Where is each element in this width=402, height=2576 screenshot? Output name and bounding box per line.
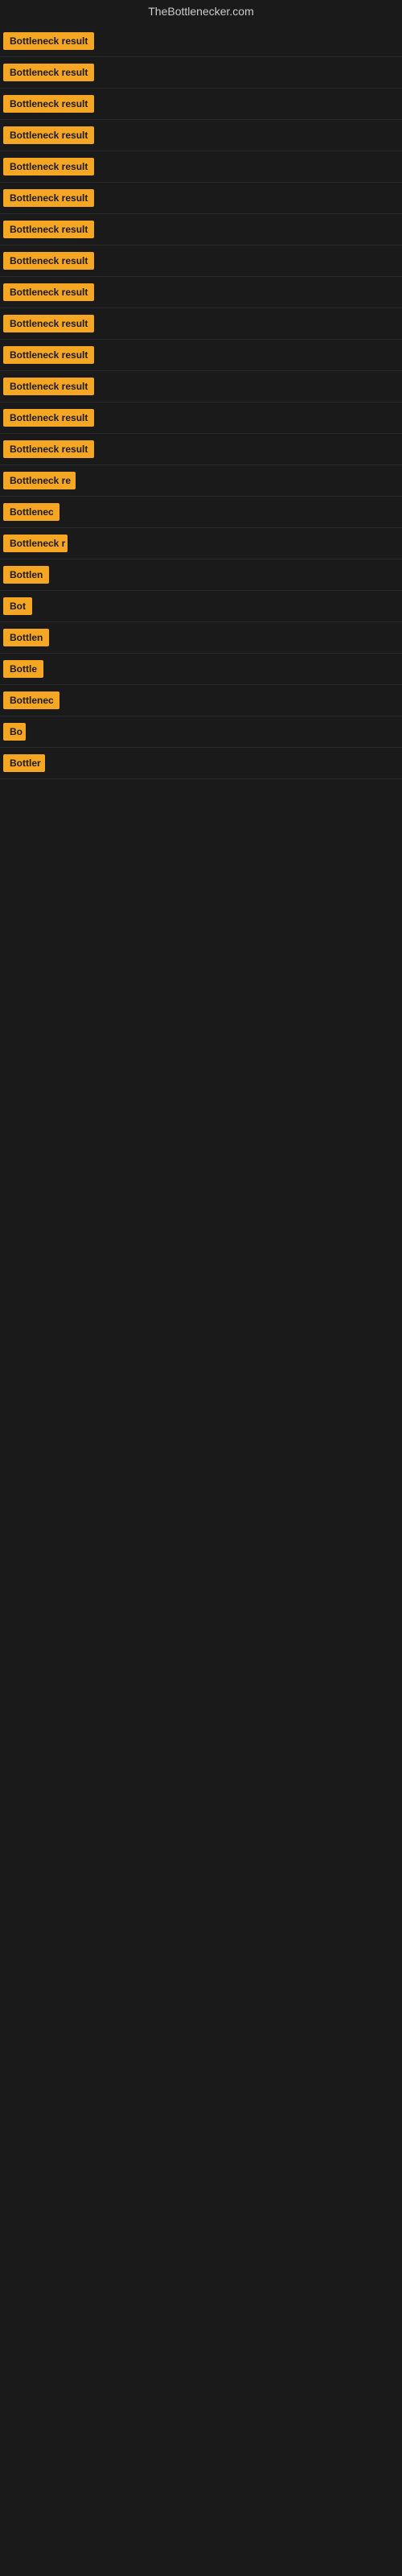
list-item[interactable]: Bottleneck result	[0, 120, 402, 151]
bottleneck-badge[interactable]: Bottler	[3, 754, 45, 772]
list-item[interactable]: Bottleneck r	[0, 528, 402, 559]
list-item[interactable]: Bottlen	[0, 559, 402, 591]
list-item[interactable]: Bottleneck result	[0, 151, 402, 183]
bottleneck-badge[interactable]: Bottleneck result	[3, 95, 94, 113]
list-item[interactable]: Bottleneck result	[0, 434, 402, 465]
list-item[interactable]: Bottleneck re	[0, 465, 402, 497]
bottleneck-badge[interactable]: Bottleneck result	[3, 64, 94, 81]
list-item[interactable]: Bottle	[0, 654, 402, 685]
list-item[interactable]: Bottleneck result	[0, 183, 402, 214]
list-item[interactable]: Bottleneck result	[0, 26, 402, 57]
bottleneck-badge[interactable]: Bottleneck result	[3, 189, 94, 207]
list-item[interactable]: Bo	[0, 716, 402, 748]
list-item[interactable]: Bottleneck result	[0, 308, 402, 340]
bottleneck-badge[interactable]: Bottleneck result	[3, 283, 94, 301]
bottleneck-badge[interactable]: Bottleneck result	[3, 440, 94, 458]
bottleneck-badge[interactable]: Bottleneck result	[3, 252, 94, 270]
bottleneck-badge[interactable]: Bottleneck result	[3, 158, 94, 175]
list-item[interactable]: Bot	[0, 591, 402, 622]
bottleneck-badge[interactable]: Bottlenec	[3, 503, 59, 521]
list-item[interactable]: Bottleneck result	[0, 340, 402, 371]
bottleneck-badge[interactable]: Bottlenec	[3, 691, 59, 709]
list-item[interactable]: Bottleneck result	[0, 214, 402, 246]
site-title-text: TheBottlenecker.com	[148, 5, 254, 18]
bottleneck-list: Bottleneck result Bottleneck result Bottle…	[0, 23, 402, 779]
bottleneck-badge[interactable]: Bottleneck result	[3, 315, 94, 332]
list-item[interactable]: Bottleneck result	[0, 277, 402, 308]
list-item[interactable]: Bottlen	[0, 622, 402, 654]
bottleneck-badge[interactable]: Bottle	[3, 660, 43, 678]
bottleneck-badge[interactable]: Bottleneck r	[3, 535, 68, 552]
site-title: TheBottlenecker.com	[0, 0, 402, 23]
bottleneck-badge[interactable]: Bot	[3, 597, 32, 615]
bottleneck-badge[interactable]: Bottlen	[3, 566, 49, 584]
list-item[interactable]: Bottleneck result	[0, 402, 402, 434]
bottleneck-badge[interactable]: Bo	[3, 723, 26, 741]
bottleneck-badge[interactable]: Bottleneck result	[3, 32, 94, 50]
bottleneck-badge[interactable]: Bottleneck result	[3, 409, 94, 427]
list-item[interactable]: Bottleneck result	[0, 89, 402, 120]
bottleneck-badge[interactable]: Bottleneck re	[3, 472, 76, 489]
bottleneck-badge[interactable]: Bottleneck result	[3, 346, 94, 364]
list-item[interactable]: Bottler	[0, 748, 402, 779]
list-item[interactable]: Bottlenec	[0, 497, 402, 528]
bottleneck-badge[interactable]: Bottlen	[3, 629, 49, 646]
list-item[interactable]: Bottleneck result	[0, 246, 402, 277]
bottleneck-badge[interactable]: Bottleneck result	[3, 126, 94, 144]
list-item[interactable]: Bottleneck result	[0, 371, 402, 402]
bottleneck-badge[interactable]: Bottleneck result	[3, 221, 94, 238]
list-item[interactable]: Bottleneck result	[0, 57, 402, 89]
bottleneck-badge[interactable]: Bottleneck result	[3, 378, 94, 395]
list-item[interactable]: Bottlenec	[0, 685, 402, 716]
